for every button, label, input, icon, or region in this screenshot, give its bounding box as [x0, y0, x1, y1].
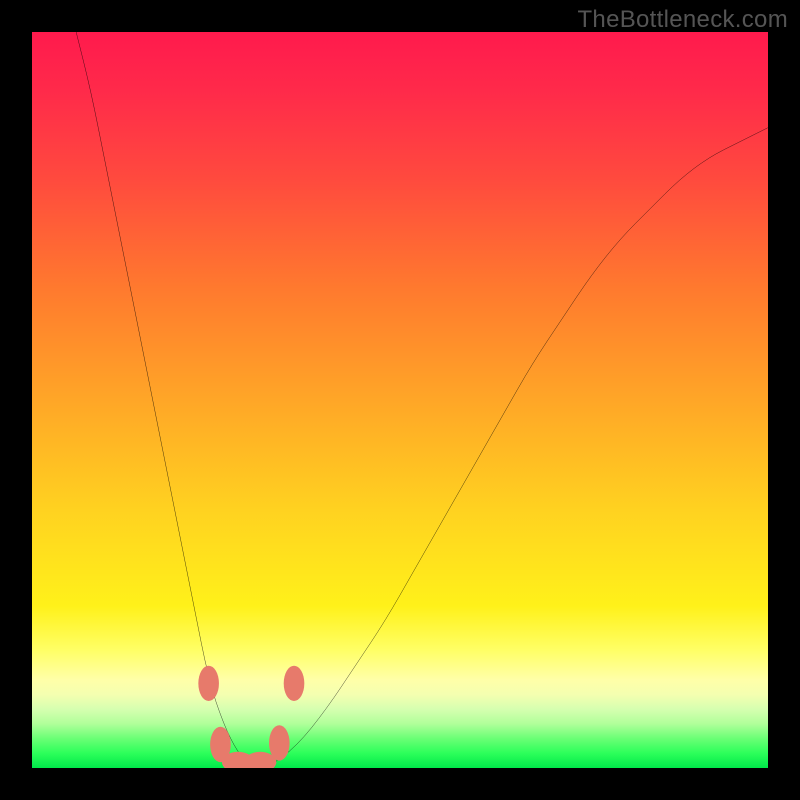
bead-marker: [198, 666, 219, 701]
bottleneck-curve: [76, 32, 768, 768]
chart-frame: TheBottleneck.com: [0, 0, 800, 800]
watermark-label: TheBottleneck.com: [577, 6, 788, 34]
bead-marker: [284, 666, 305, 701]
plot-area: [32, 32, 768, 768]
curve-overlay: [32, 32, 768, 768]
bead-marker: [269, 725, 290, 760]
curve-markers: [198, 666, 304, 768]
